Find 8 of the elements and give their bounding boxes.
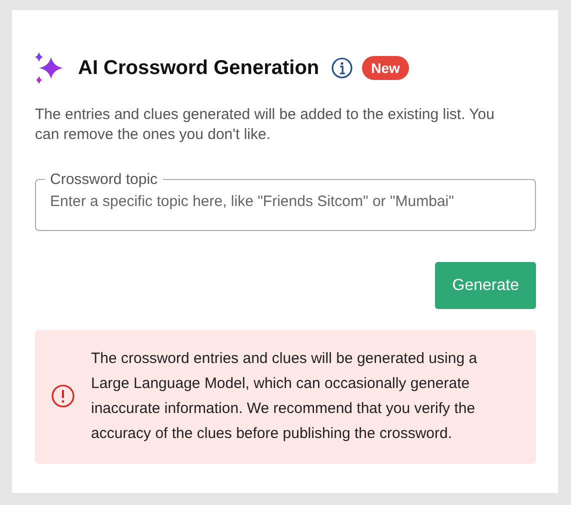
warning-text: The crossword entries and clues will be generated using a Large Language Model, which can occasionally generate inaccurate information. We recommend that you verify the accuracy of the clues before publishing the crossword. bbox=[91, 349, 478, 444]
info-icon[interactable] bbox=[331, 57, 354, 79]
description-text: The entries and clues generated will be added to the existing list. You can remove the ones you don't like. bbox=[35, 105, 496, 145]
panel-title: AI Crossword Generation bbox=[78, 56, 320, 80]
new-badge: New bbox=[362, 56, 409, 80]
field-label: Crossword topic bbox=[49, 171, 159, 188]
exclamation-icon bbox=[51, 384, 75, 408]
topic-field[interactable]: Crossword topic Enter a specific topic here, like "Friends Sitcom" or "Mumbai" bbox=[35, 171, 536, 231]
